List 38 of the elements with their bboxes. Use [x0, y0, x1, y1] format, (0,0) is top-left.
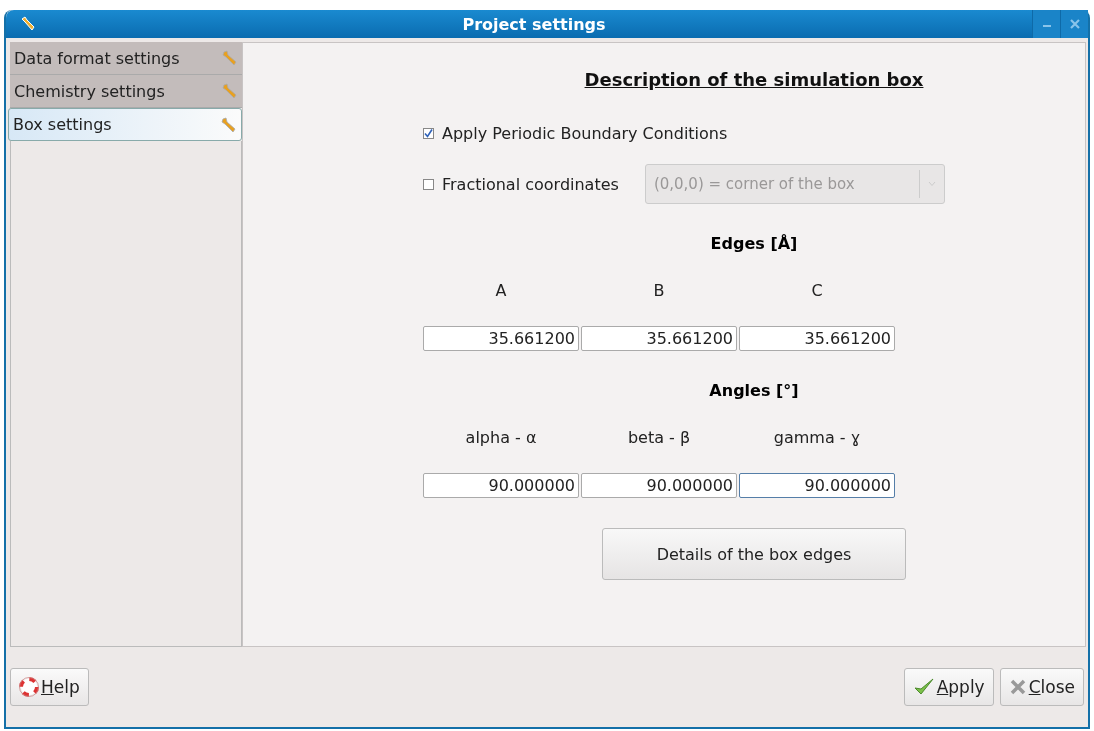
checkbox-label[interactable]: Apply Periodic Boundary Conditions	[442, 123, 728, 143]
checkbox[interactable]	[423, 178, 434, 190]
checkbox[interactable]	[423, 127, 434, 139]
close-button[interactable]: Close	[999, 668, 1084, 706]
sidebar-tab[interactable]: Data format settings	[10, 42, 242, 75]
wrench-icon	[20, 16, 36, 32]
close-icon	[1069, 19, 1080, 29]
group-title: Angles [°]	[708, 381, 799, 400]
caret-icon	[927, 181, 936, 187]
checkbox-label[interactable]: Fractional coordinates	[442, 174, 619, 194]
wrench-icon	[222, 50, 238, 66]
close-button[interactable]	[1060, 10, 1088, 38]
number-field[interactable]: 90.000000	[581, 473, 737, 498]
field-label: B	[653, 281, 665, 300]
lifebuoy-icon	[19, 677, 39, 697]
sidebar-tab[interactable]: Chemistry settings	[10, 75, 242, 108]
section-heading: Description of the simulation box	[584, 69, 924, 90]
field-label: beta - β	[627, 428, 691, 447]
field-label: A	[495, 281, 507, 300]
wrench-icon	[222, 83, 238, 99]
sidebar-tab[interactable]: Box settings	[8, 108, 242, 141]
field-label: alpha - α	[465, 428, 537, 447]
field-label: C	[811, 281, 823, 300]
number-field[interactable]: 35.661200	[423, 326, 579, 351]
group-title: Edges [Å]	[709, 234, 798, 253]
help-button[interactable]: Help	[10, 668, 89, 706]
apply-button[interactable]: Apply	[903, 668, 994, 706]
number-field[interactable]: 90.000000	[423, 473, 579, 498]
number-field[interactable]: 35.661200	[739, 326, 895, 351]
close-icon	[1008, 678, 1027, 696]
field-label: gamma - ɣ	[773, 428, 861, 447]
number-field[interactable]: 35.661200	[581, 326, 737, 351]
number-field[interactable]: 90.000000	[739, 473, 895, 498]
wrench-icon	[221, 116, 237, 133]
checkmark-icon	[912, 677, 935, 697]
details-button[interactable]: Details of the box edges	[602, 528, 906, 580]
minimize-button[interactable]	[1032, 10, 1060, 38]
window-title: Project settings	[461, 14, 607, 34]
